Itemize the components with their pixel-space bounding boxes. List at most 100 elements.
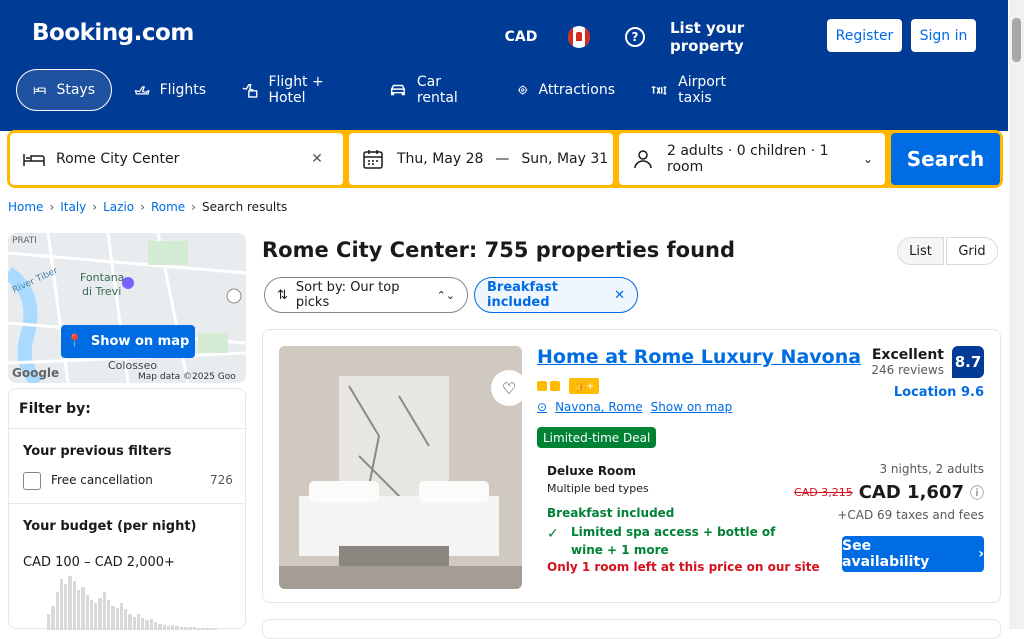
- histogram-bar: [162, 624, 166, 630]
- map-label-fontana: Fontana: [80, 271, 124, 284]
- histogram-bar: [89, 600, 94, 630]
- tab-airport-taxis[interactable]: Airport taxis: [634, 69, 772, 111]
- tab-stays-label: Stays: [56, 82, 95, 98]
- language-button[interactable]: [557, 18, 601, 56]
- destination-field[interactable]: Rome City Center ✕: [10, 133, 343, 185]
- scrollbar[interactable]: [1009, 0, 1024, 629]
- histogram-bar: [179, 626, 183, 630]
- taxes-fees: +CAD 69 taxes and fees: [837, 508, 984, 522]
- property-title[interactable]: Home at Rome Luxury Navona: [537, 346, 861, 368]
- see-availability-button[interactable]: See availability ›: [842, 536, 984, 572]
- histogram-bar: [51, 605, 55, 630]
- map-pin-icon: 📍: [66, 334, 83, 349]
- sign-in-label: Sign in: [919, 27, 968, 44]
- scrollbar-thumb[interactable]: [1012, 18, 1021, 62]
- chevron-right-icon: ›: [978, 546, 984, 562]
- rooms-left-warning: Only 1 room left at this price on our si…: [547, 560, 820, 574]
- tab-stays[interactable]: Stays: [16, 69, 112, 111]
- header: Booking.com CAD ? List your property Reg…: [0, 0, 1008, 131]
- breadcrumb-sep-icon: ›: [92, 200, 98, 214]
- property-card: ♡ Home at Rome Luxury Navona 👍+ ⊙ Navona…: [262, 329, 1001, 603]
- breakfast-filter-chip[interactable]: Breakfast included ✕: [474, 277, 638, 313]
- close-icon[interactable]: ✕: [614, 288, 625, 303]
- location-link[interactable]: Navona, Rome: [555, 400, 643, 414]
- clear-icon[interactable]: ✕: [307, 149, 327, 169]
- checkout-date[interactable]: Sun, May 31: [521, 151, 608, 167]
- bed-types: Multiple bed types: [547, 482, 649, 495]
- old-price: CAD 3,215: [794, 486, 853, 499]
- histogram-bar: [98, 597, 102, 630]
- histogram-bar: [59, 578, 64, 630]
- checkin-date[interactable]: Thu, May 28: [397, 151, 483, 167]
- histogram-bar: [111, 605, 115, 630]
- breadcrumb-lazio[interactable]: Lazio: [103, 200, 134, 214]
- stay-summary: 3 nights, 2 adults: [879, 462, 984, 476]
- tab-attractions[interactable]: Attractions: [501, 69, 631, 111]
- location-row: ⊙ Navona, Rome Show on map: [537, 400, 732, 414]
- dates-field[interactable]: Thu, May 28 — Sun, May 31: [349, 133, 613, 185]
- tab-flight-hotel[interactable]: Flight + Hotel: [225, 69, 369, 111]
- free-cancellation-count: 726: [210, 473, 233, 487]
- sign-in-button[interactable]: Sign in: [911, 19, 976, 52]
- histogram-bar: [141, 618, 145, 630]
- histogram-bar: [68, 576, 72, 630]
- tab-airport-taxis-label: Airport taxis: [678, 74, 727, 106]
- info-icon[interactable]: ⓘ: [970, 483, 984, 503]
- plane-icon: [134, 86, 150, 95]
- person-icon: [634, 150, 652, 169]
- location-score[interactable]: Location 9.6: [894, 385, 984, 400]
- breadcrumb-home[interactable]: Home: [8, 200, 43, 214]
- property-photo[interactable]: ♡: [279, 346, 522, 589]
- histogram-bar: [94, 603, 98, 630]
- search-button[interactable]: Search: [891, 133, 1000, 185]
- see-availability-label: See availability: [842, 538, 930, 570]
- destination-value: Rome City Center: [56, 151, 180, 167]
- free-cancellation-label[interactable]: Free cancellation: [51, 473, 153, 487]
- show-on-map-button[interactable]: 📍 Show on map: [61, 325, 195, 358]
- breadcrumb-sep-icon: ›: [140, 200, 145, 214]
- list-property-link[interactable]: List your property: [670, 18, 817, 56]
- histogram-bar: [149, 619, 154, 630]
- divider: [9, 503, 245, 504]
- register-button[interactable]: Register: [827, 19, 902, 52]
- histogram-bar: [81, 586, 85, 630]
- histogram-bar: [128, 613, 132, 630]
- calendar-icon: [363, 150, 383, 169]
- show-on-map-link[interactable]: Show on map: [651, 400, 733, 414]
- budget-title: Your budget (per night): [23, 519, 197, 534]
- bed-icon: [33, 87, 46, 95]
- view-list-button[interactable]: List: [897, 237, 944, 265]
- check-icon: ✓: [547, 526, 559, 542]
- sort-dropdown[interactable]: ⇅ Sort by: Our top picks ⌃⌄: [264, 277, 468, 313]
- histogram-bar: [188, 626, 192, 630]
- histogram-bar: [47, 613, 51, 630]
- histogram-bar: [213, 628, 218, 630]
- attractions-icon: [518, 85, 528, 95]
- chevron-updown-icon: ⌃⌄: [436, 288, 455, 302]
- score-word: Excellent: [871, 347, 944, 363]
- date-separator: —: [495, 151, 510, 167]
- breadcrumb-rome[interactable]: Rome: [151, 200, 185, 214]
- tab-car-rental[interactable]: Car rental: [373, 69, 495, 111]
- tab-flights[interactable]: Flights: [118, 69, 222, 111]
- location-pin-icon: ⊙: [537, 400, 548, 414]
- view-grid-button[interactable]: Grid: [946, 237, 998, 265]
- map-label-trevi: di Trevi: [82, 285, 121, 298]
- budget-histogram[interactable]: [47, 576, 218, 630]
- guests-field[interactable]: 2 adults · 0 children · 1 room ⌄: [619, 133, 885, 185]
- breadcrumb-italy[interactable]: Italy: [60, 200, 86, 214]
- previous-filters-title: Your previous filters: [23, 444, 172, 459]
- save-heart-icon[interactable]: ♡: [491, 370, 522, 406]
- breadcrumb: Home › Italy › Lazio › Rome › Search results: [8, 200, 287, 214]
- free-cancellation-checkbox[interactable]: [23, 472, 41, 490]
- histogram-bar: [132, 616, 136, 630]
- flight-hotel-icon: [242, 84, 258, 98]
- map-preview[interactable]: PRATI Fontana di Trevi River Tiber Colos…: [8, 233, 246, 383]
- booking-logo[interactable]: Booking.com: [32, 20, 194, 46]
- review-count: 246 reviews: [871, 363, 944, 377]
- help-button[interactable]: ?: [613, 18, 657, 56]
- page-title: Rome City Center: 755 properties found: [262, 238, 736, 262]
- review-score[interactable]: Excellent 246 reviews 8.7: [871, 346, 984, 378]
- currency-label: CAD: [504, 29, 538, 45]
- currency-button[interactable]: CAD: [495, 18, 547, 56]
